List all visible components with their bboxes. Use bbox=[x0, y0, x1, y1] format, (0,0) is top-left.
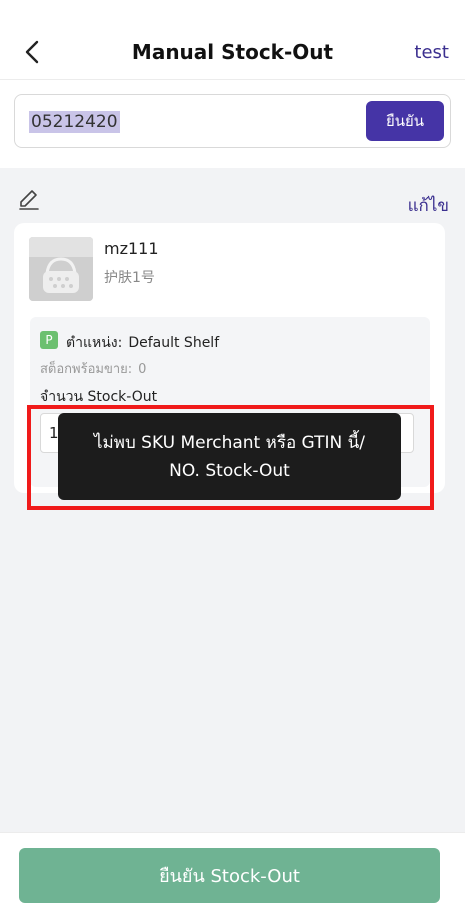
page-title: Manual Stock-Out bbox=[131, 40, 334, 64]
available-stock-row: สต็อกพร้อมขาย: 0 bbox=[40, 358, 146, 379]
confirm-stock-out-button[interactable]: ยืนยัน Stock-Out bbox=[19, 848, 440, 903]
location-row: ตำแหน่ง: Default Shelf bbox=[66, 332, 219, 354]
bottom-bar: ยืนยัน Stock-Out bbox=[0, 832, 465, 921]
scan-input[interactable]: 05212420 bbox=[29, 111, 120, 133]
confirm-scan-button[interactable]: ยืนยัน bbox=[366, 101, 444, 141]
toast-line-2: NO. Stock-Out bbox=[169, 460, 290, 481]
top-bar: Manual Stock-Out test bbox=[0, 0, 465, 80]
location-label: ตำแหน่ง: bbox=[66, 335, 123, 351]
location-badge: P bbox=[40, 331, 58, 349]
pencil-icon[interactable] bbox=[17, 188, 41, 212]
location-value: Default Shelf bbox=[128, 335, 220, 351]
toast-line-1: ไม่พบ SKU Merchant หรือ GTIN นี้/ bbox=[94, 432, 365, 453]
available-stock-value: 0 bbox=[138, 362, 147, 377]
scan-section: 05212420 ยืนยัน bbox=[0, 80, 465, 168]
product-variant: 护肤1号 bbox=[104, 270, 155, 286]
page: Manual Stock-Out test 05212420 ยืนยัน แก… bbox=[0, 0, 465, 921]
scan-box: 05212420 ยืนยัน bbox=[14, 94, 451, 148]
header-action-link[interactable]: test bbox=[414, 42, 449, 63]
error-toast: ไม่พบ SKU Merchant หรือ GTIN นี้/ NO. St… bbox=[58, 413, 401, 500]
product-name: mz111 bbox=[104, 239, 159, 258]
edit-link[interactable]: แก้ไข bbox=[408, 192, 449, 219]
product-thumbnail bbox=[29, 237, 93, 301]
available-stock-label: สต็อกพร้อมขาย: bbox=[40, 362, 133, 377]
